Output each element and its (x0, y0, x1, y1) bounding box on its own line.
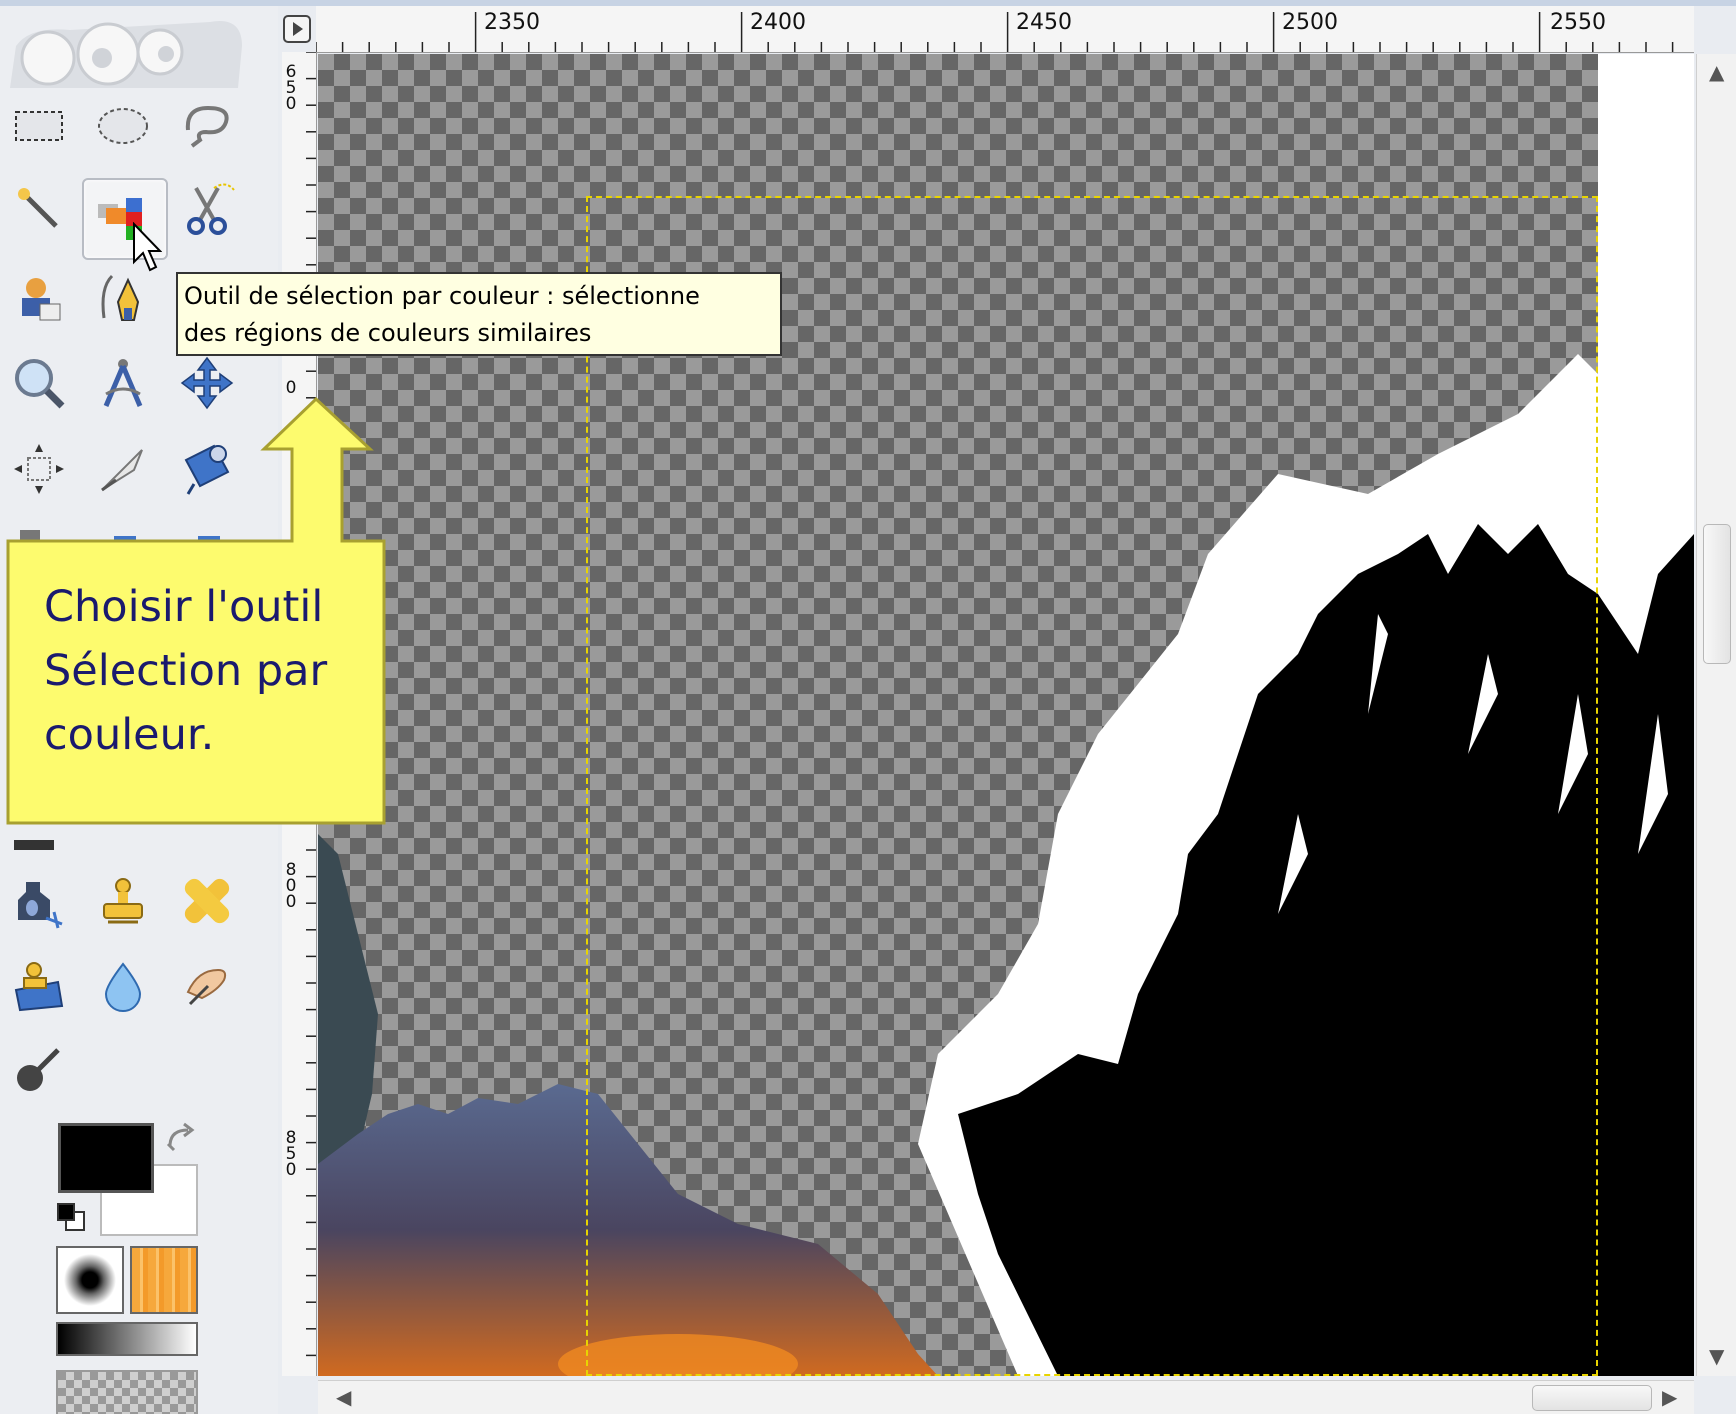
wilber-logo-icon (10, 21, 242, 88)
image-canvas[interactable] (318, 54, 1694, 1376)
scroll-up-icon[interactable]: ▲ (1709, 60, 1724, 84)
blur-tool[interactable] (84, 946, 162, 1024)
vertical-scroll-thumb[interactable] (1703, 524, 1731, 664)
ruler-label: 2500 (1282, 10, 1338, 35)
ruler-label: 0 (285, 378, 297, 398)
callout-line: Choisir l'outil (44, 582, 324, 632)
smudge-tool[interactable] (168, 946, 246, 1024)
quick-mask-menu-icon[interactable] (282, 12, 314, 48)
ruler-label: 2550 (1550, 10, 1606, 35)
fuzzy-select-tool[interactable] (0, 170, 78, 248)
ruler-label: 650 (285, 62, 297, 114)
ruler-label: 850 (285, 1128, 297, 1180)
horizontal-scrollbar[interactable]: ◀ ▶ (318, 1380, 1694, 1414)
gradient-preview[interactable] (56, 1322, 198, 1356)
scissors-icon (187, 183, 235, 235)
callout-line: couleur. (44, 710, 215, 760)
free-select-tool[interactable] (168, 86, 246, 164)
ellipse-select-tool[interactable] (84, 86, 162, 164)
rect-select-icon (15, 111, 63, 141)
perspective-clone-tool[interactable] (0, 946, 78, 1024)
mouse-cursor-icon (133, 222, 162, 272)
ruler-label: 2350 (484, 10, 540, 35)
foreground-select-icon (22, 278, 61, 321)
fuzzy-select-icon (18, 188, 58, 228)
foreground-color-swatch[interactable] (58, 1123, 154, 1193)
scroll-down-icon[interactable]: ▼ (1709, 1344, 1724, 1368)
scroll-left-icon[interactable]: ◀ (336, 1385, 351, 1409)
image-preview-thumbnail[interactable] (56, 1370, 198, 1414)
scissors-select-tool[interactable] (168, 170, 246, 248)
smudge-icon (186, 968, 227, 1006)
vertical-scrollbar[interactable]: ▲ ▼ (1696, 54, 1736, 1376)
pattern-preview[interactable] (130, 1246, 198, 1314)
ruler-label: 2450 (1016, 10, 1072, 35)
scroll-right-icon[interactable]: ▶ (1662, 1385, 1677, 1409)
heal-icon (184, 878, 230, 924)
ruler-label: 2400 (750, 10, 806, 35)
foreground-select-tool[interactable] (0, 258, 78, 336)
clone-icon (103, 878, 143, 924)
ellipse-select-icon (98, 108, 148, 144)
blur-sharpen-icon (104, 962, 142, 1012)
default-colors-icon[interactable] (56, 1202, 88, 1234)
free-select-icon (185, 105, 229, 148)
heal-tool[interactable] (168, 862, 246, 940)
horizontal-scroll-thumb[interactable] (1532, 1385, 1652, 1411)
ruler-label: 800 (285, 860, 297, 912)
paths-icon (101, 274, 140, 321)
dodge-burn-icon (17, 1048, 60, 1091)
tool-tooltip: Outil de sélection par couleur : sélecti… (176, 272, 782, 356)
brush-preview[interactable] (56, 1246, 124, 1314)
perspective-clone-icon (14, 962, 64, 1012)
ink-icon (18, 882, 63, 929)
tooltip-line: Outil de sélection par couleur : sélecti… (184, 282, 700, 310)
callout-line: Sélection par (44, 646, 328, 696)
tooltip-line: des régions de couleurs similaires (184, 319, 592, 347)
swap-colors-icon[interactable] (164, 1122, 200, 1154)
clone-tool[interactable] (84, 862, 162, 940)
horizontal-ruler: 2350 2400 2450 2500 2550 (316, 6, 1694, 53)
gimp-window: 2350 2400 2450 2500 2550 650 0 800 850 ▲… (0, 0, 1736, 1414)
ink-tool[interactable] (0, 862, 78, 940)
rect-select-tool[interactable] (0, 86, 78, 164)
instruction-callout: Choisir l'outil Sélection par couleur. (44, 575, 374, 767)
dodge-burn-tool[interactable] (0, 1030, 78, 1108)
image-content (318, 354, 1694, 1376)
